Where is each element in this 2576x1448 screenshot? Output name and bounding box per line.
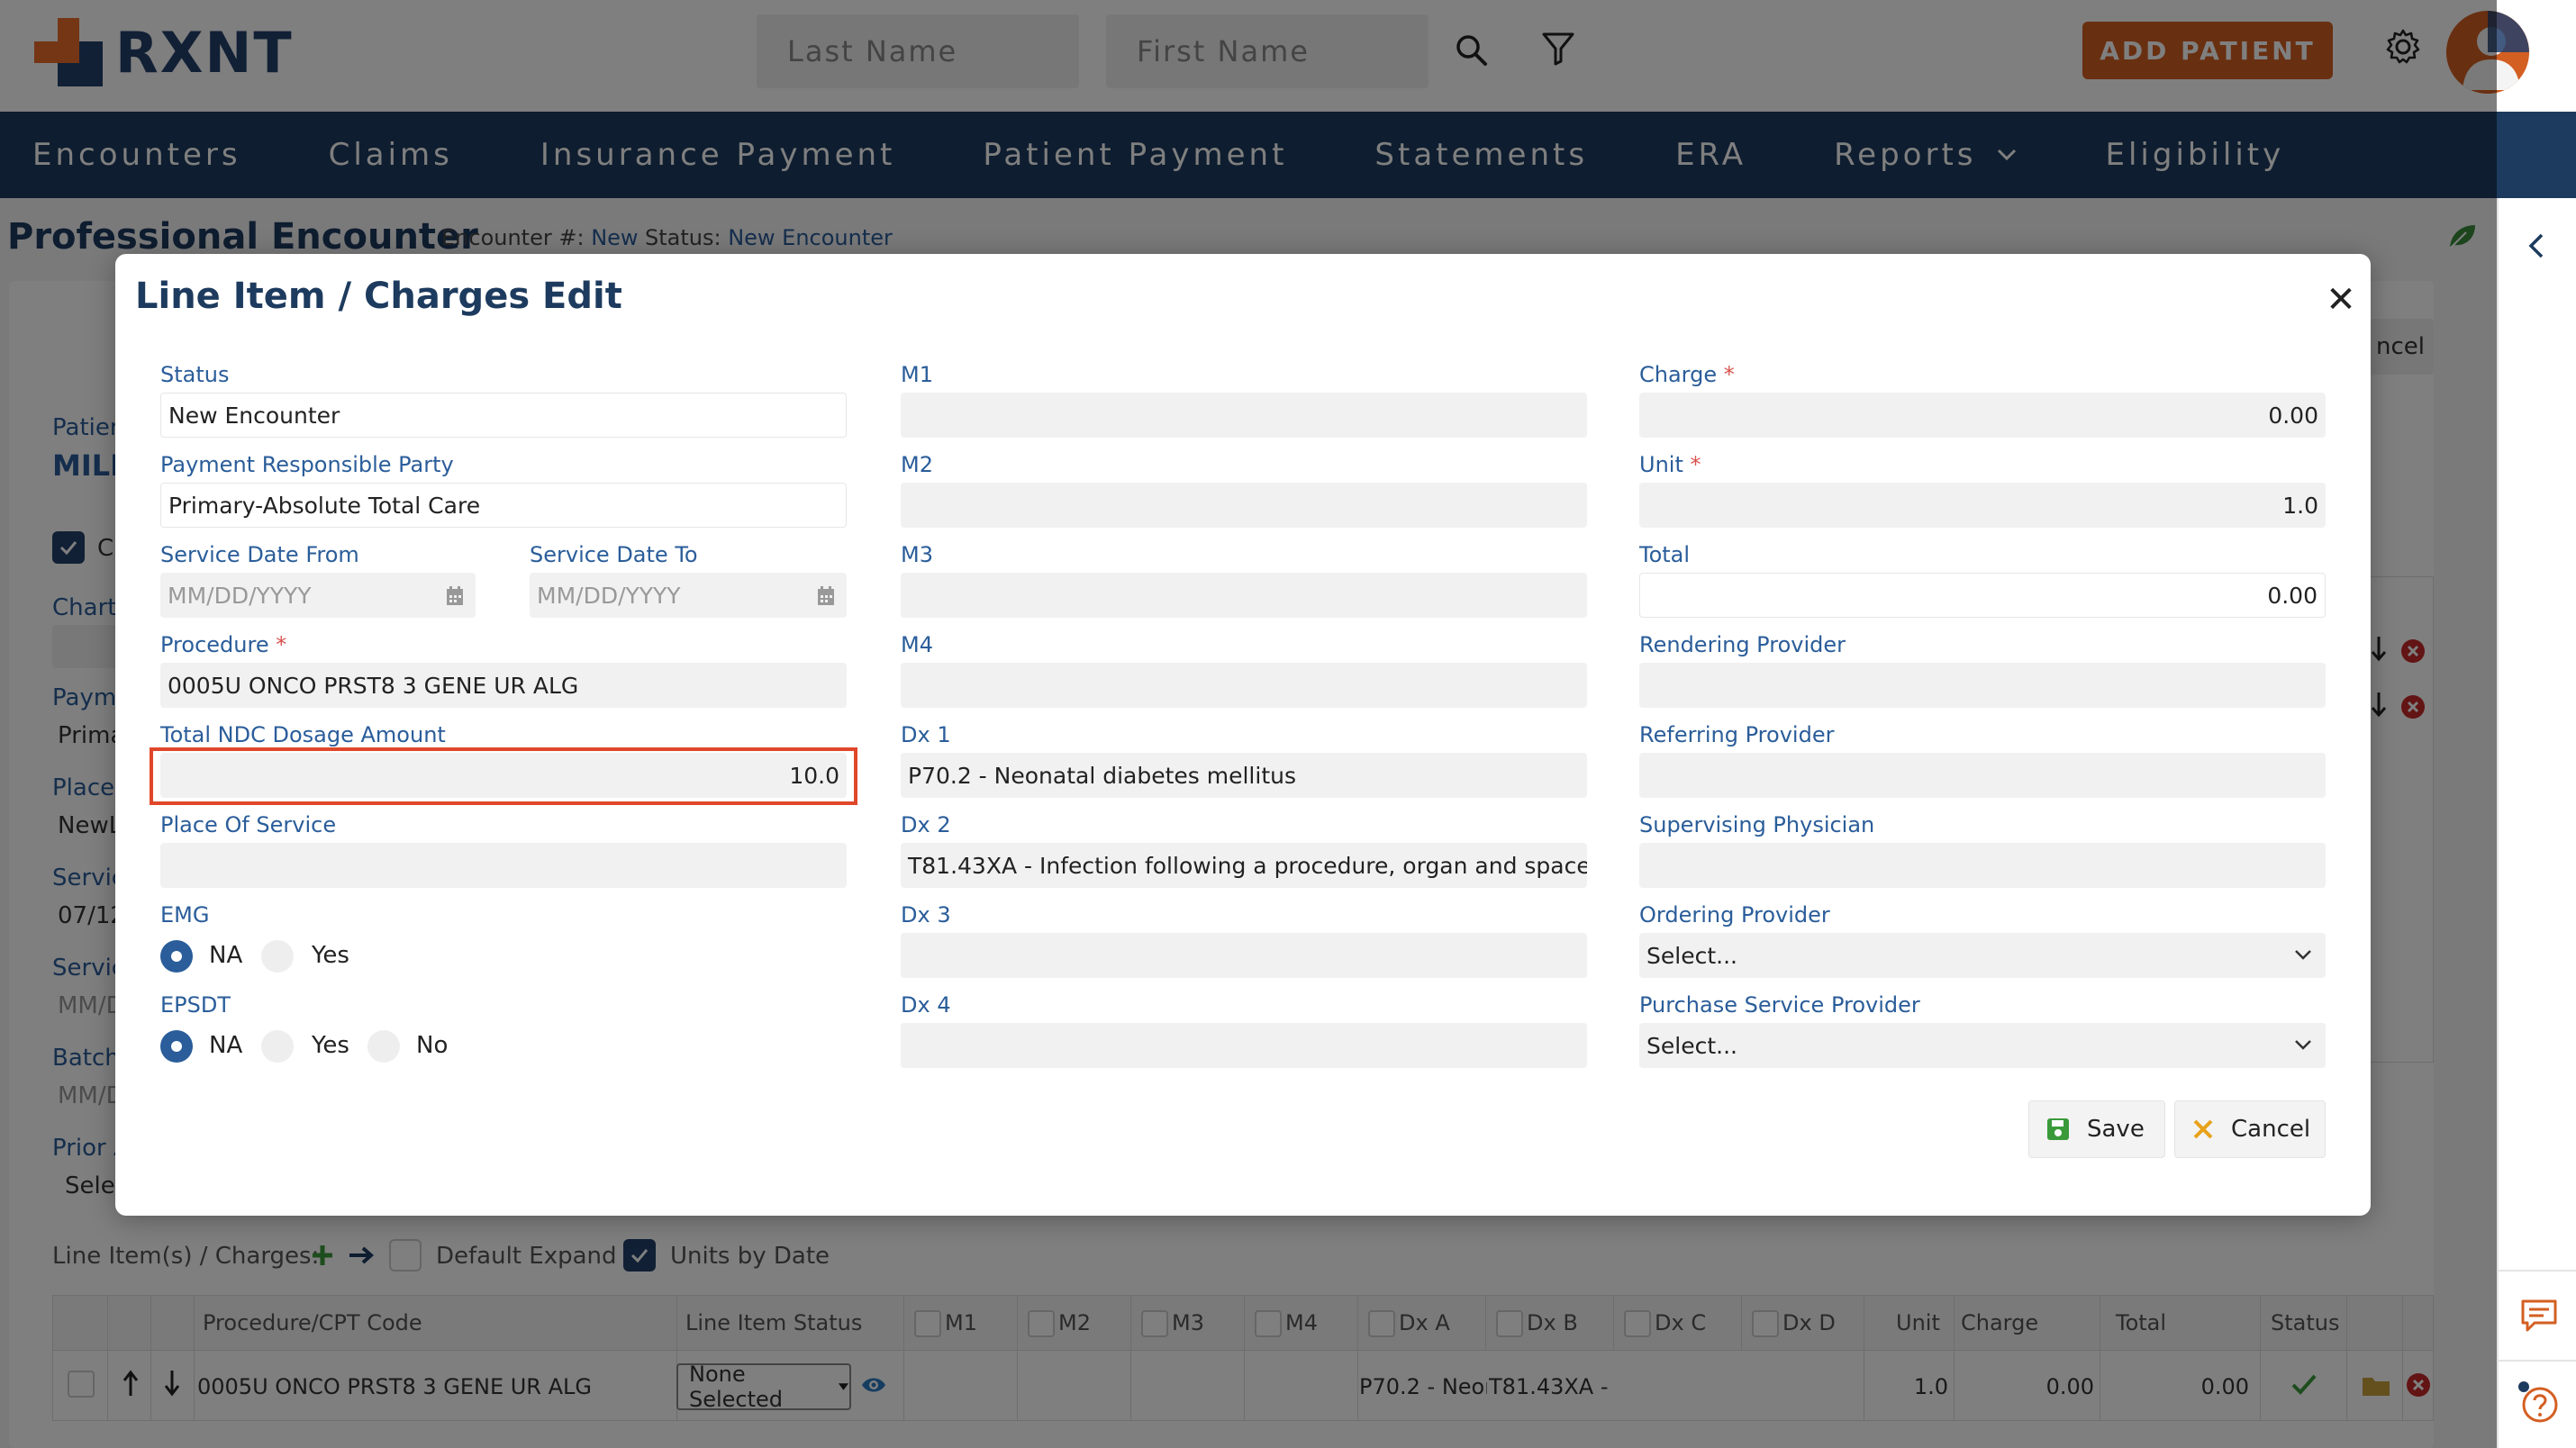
- calendar-icon[interactable]: [816, 585, 836, 607]
- emg-na-label: NA: [209, 942, 243, 969]
- procedure-label-text: Procedure: [160, 632, 269, 657]
- cancel-label: Cancel: [2231, 1116, 2311, 1143]
- place-of-service-input[interactable]: [160, 843, 847, 888]
- ordering-provider-value: Select...: [1646, 942, 1737, 969]
- m3-label: M3: [901, 542, 933, 567]
- dx1-input[interactable]: P70.2 - Neonatal diabetes mellitus: [901, 753, 1587, 798]
- rendering-provider-input[interactable]: [1639, 663, 2326, 708]
- charge-label: Charge *: [1639, 362, 1735, 387]
- m3-input[interactable]: [901, 573, 1587, 618]
- total-label: Total: [1639, 542, 1691, 567]
- emg-yes-label: Yes: [312, 942, 349, 969]
- modal-title: Line Item / Charges Edit: [135, 276, 622, 317]
- service-date-to-label: Service Date To: [530, 542, 698, 567]
- epsdt-no-label: No: [416, 1032, 449, 1059]
- m2-input[interactable]: [901, 483, 1587, 528]
- chevron-down-icon: [2295, 1040, 2311, 1050]
- line-item-charges-modal: Line Item / Charges Edit ✕ Status New En…: [115, 254, 2371, 1216]
- save-icon: [2047, 1118, 2069, 1140]
- procedure-field[interactable]: 0005U ONCO PRST8 3 GENE UR ALG: [160, 663, 847, 708]
- ordering-provider-select[interactable]: Select...: [1639, 933, 2326, 978]
- service-date-to-input[interactable]: MM/DD/YYYY: [530, 573, 847, 618]
- dx3-input[interactable]: [901, 933, 1587, 978]
- total-field: 0.00: [1639, 573, 2326, 618]
- charge-label-text: Charge: [1639, 362, 1718, 387]
- unit-input[interactable]: 1.0: [1639, 483, 2326, 528]
- dx4-label: Dx 4: [901, 992, 951, 1018]
- referring-provider-input[interactable]: [1639, 753, 2326, 798]
- status-field[interactable]: New Encounter: [160, 393, 847, 438]
- dx2-label: Dx 2: [901, 812, 951, 837]
- epsdt-yes-radio[interactable]: [261, 1030, 294, 1063]
- right-rail: [2497, 198, 2576, 1448]
- m1-input[interactable]: [901, 393, 1587, 438]
- ordering-provider-label: Ordering Provider: [1639, 902, 1830, 928]
- place-of-service-label: Place Of Service: [160, 812, 337, 837]
- cancel-button[interactable]: Cancel: [2174, 1100, 2326, 1158]
- procedure-label: Procedure *: [160, 632, 287, 657]
- supervising-physician-input[interactable]: [1639, 843, 2326, 888]
- dx4-input[interactable]: [901, 1023, 1587, 1068]
- rendering-provider-label: Rendering Provider: [1639, 632, 1846, 657]
- service-date-from-label: Service Date From: [160, 542, 359, 567]
- dx2-input[interactable]: T81.43XA - Infection following a procedu…: [901, 843, 1587, 888]
- service-date-from-input[interactable]: MM/DD/YYYY: [160, 573, 476, 618]
- ndc-amount-highlight: [150, 747, 857, 805]
- referring-provider-label: Referring Provider: [1639, 722, 1835, 747]
- payment-party-field[interactable]: Primary-Absolute Total Care: [160, 483, 847, 528]
- epsdt-na-label: NA: [209, 1032, 243, 1059]
- save-button[interactable]: Save: [2028, 1100, 2165, 1158]
- m2-label: M2: [901, 452, 933, 477]
- chat-icon[interactable]: [2520, 1299, 2558, 1333]
- purchase-service-provider-value: Select...: [1646, 1032, 1737, 1059]
- m4-label: M4: [901, 632, 933, 657]
- help-icon[interactable]: [2517, 1380, 2560, 1423]
- ndc-amount-label: Total NDC Dosage Amount: [160, 722, 446, 747]
- purchase-service-provider-label: Purchase Service Provider: [1639, 992, 1920, 1018]
- emg-yes-radio[interactable]: [261, 940, 294, 973]
- emg-label: EMG: [160, 902, 210, 928]
- emg-na-radio[interactable]: [160, 940, 193, 973]
- status-label: Status: [160, 362, 230, 387]
- dx1-label: Dx 1: [901, 722, 951, 747]
- epsdt-yes-label: Yes: [312, 1032, 349, 1059]
- chevron-left-icon[interactable]: [2526, 232, 2547, 259]
- rail-divider: [2499, 1270, 2576, 1272]
- m4-input[interactable]: [901, 663, 1587, 708]
- supervising-physician-label: Supervising Physician: [1639, 812, 1875, 837]
- epsdt-no-radio[interactable]: [367, 1030, 400, 1063]
- payment-party-label: Payment Responsible Party: [160, 452, 454, 477]
- epsdt-na-radio[interactable]: [160, 1030, 193, 1063]
- unit-label-text: Unit: [1639, 452, 1683, 477]
- rail-divider-2: [2499, 1360, 2576, 1362]
- calendar-icon[interactable]: [445, 585, 465, 607]
- close-icon[interactable]: ✕: [2320, 279, 2362, 321]
- m1-label: M1: [901, 362, 933, 387]
- service-date-to-placeholder: MM/DD/YYYY: [537, 582, 681, 609]
- cancel-x-icon: [2193, 1119, 2213, 1139]
- save-label: Save: [2087, 1116, 2145, 1143]
- chevron-down-icon: [2295, 950, 2311, 960]
- service-date-from-placeholder: MM/DD/YYYY: [168, 582, 312, 609]
- charge-input[interactable]: 0.00: [1639, 393, 2326, 438]
- epsdt-label: EPSDT: [160, 992, 231, 1018]
- dx3-label: Dx 3: [901, 902, 951, 928]
- unit-label: Unit *: [1639, 452, 1701, 477]
- purchase-service-provider-select[interactable]: Select...: [1639, 1023, 2326, 1068]
